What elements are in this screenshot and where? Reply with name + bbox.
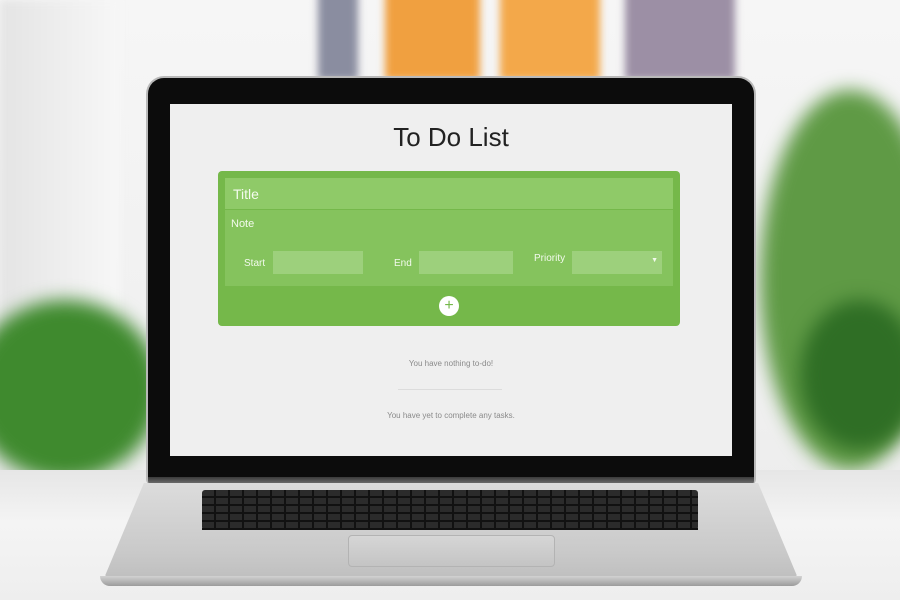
background-book: [500, 0, 600, 80]
note-field[interactable]: Note Start End Priority ▼: [225, 210, 673, 286]
todo-empty-message: You have nothing to-do!: [408, 359, 494, 368]
laptop-base-edge: [100, 576, 802, 586]
page-title: To Do List: [393, 122, 509, 152]
background-book: [385, 0, 480, 80]
background-plant: [0, 300, 160, 480]
background-book: [318, 0, 358, 80]
divider: [398, 389, 502, 390]
laptop-trackpad: [348, 535, 555, 567]
chevron-down-icon: ▼: [651, 257, 658, 264]
completed-empty-message: You have yet to complete any tasks.: [387, 411, 515, 420]
start-label: Start: [244, 258, 266, 269]
laptop-screen: To Do List Note Start End Priority ▼ + Y…: [170, 104, 732, 456]
priority-select[interactable]: ▼: [572, 251, 662, 274]
start-input[interactable]: [273, 251, 363, 274]
priority-label: Priority: [534, 253, 566, 264]
end-input[interactable]: [419, 251, 513, 274]
new-task-form: Note Start End Priority ▼ +: [218, 171, 680, 326]
background-book: [625, 0, 735, 80]
laptop-keyboard: [202, 490, 698, 530]
end-label: End: [394, 258, 412, 269]
note-label: Note: [231, 218, 255, 230]
add-task-button[interactable]: +: [439, 296, 459, 316]
title-input[interactable]: [225, 178, 673, 209]
